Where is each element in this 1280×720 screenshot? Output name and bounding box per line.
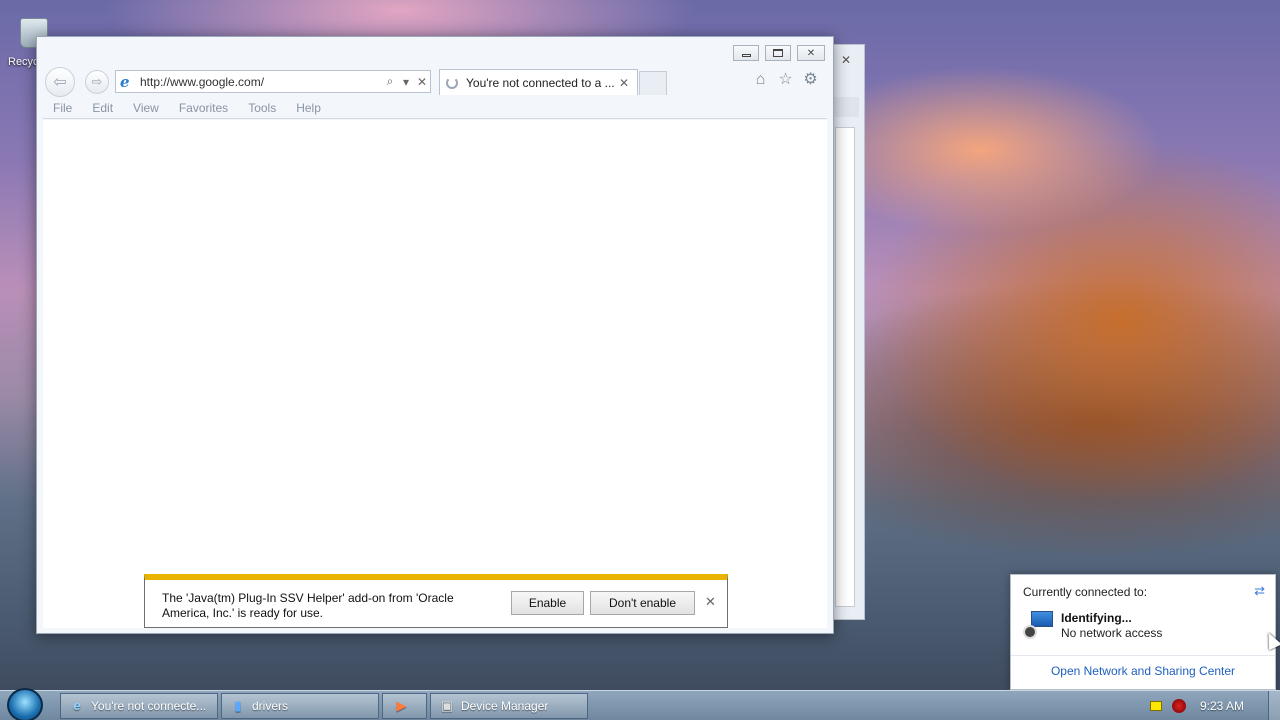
start-button[interactable]	[7, 688, 43, 720]
clock[interactable]: 9:23 AM	[1200, 699, 1244, 713]
network-flyout: Currently connected to: ⇄ Identifying...…	[1010, 574, 1276, 690]
restore-button[interactable]	[765, 45, 791, 61]
browser-window: ✕ ⇦ ⇨ e http://www.google.com/ ⌕ ▾ ✕ You…	[36, 36, 834, 634]
background-window-toolbar	[833, 97, 859, 117]
network-screen-graphic	[1031, 611, 1053, 627]
ie-icon: e	[73, 698, 81, 713]
taskbar: e You're not connecte... ▮ drivers ▶ ▣ D…	[0, 688, 1280, 720]
toolbar-icons: ⌂ ☆ ⚙	[752, 71, 819, 89]
menu-view[interactable]: View	[123, 99, 169, 118]
stop-icon[interactable]: ✕	[414, 75, 430, 89]
gear-icon[interactable]: ⚙	[802, 71, 819, 89]
tab-close-icon[interactable]: ✕	[617, 76, 631, 90]
action-center-flag-icon[interactable]	[1149, 701, 1162, 711]
network-tray-icon[interactable]	[1171, 699, 1186, 713]
taskbar-button-label: You're not connecte...	[91, 699, 207, 713]
favorites-star-icon[interactable]: ☆	[777, 71, 794, 89]
menu-file[interactable]: File	[43, 99, 82, 118]
search-icon[interactable]: ⌕	[382, 74, 398, 89]
system-tray: 9:23 AM	[1149, 691, 1280, 720]
minimize-button[interactable]	[733, 45, 759, 61]
notification-close-icon[interactable]: ✕	[705, 594, 716, 610]
media-player-icon: ▶	[396, 698, 407, 713]
addon-notification-bar: The 'Java(tm) Plug-In SSV Helper' add-on…	[144, 574, 728, 628]
back-arrow-icon: ⇦	[53, 74, 67, 91]
notification-message: The 'Java(tm) Plug-In SSV Helper' add-on…	[162, 591, 454, 620]
taskbar-button-media-player[interactable]: ▶	[382, 693, 427, 719]
back-button[interactable]: ⇦	[45, 67, 75, 97]
new-tab-button[interactable]	[639, 71, 667, 95]
tab-active[interactable]: You're not connected to a ... ✕	[439, 69, 638, 95]
menu-favorites[interactable]: Favorites	[169, 99, 238, 118]
dropdown-icon[interactable]: ▾	[398, 75, 414, 89]
taskbar-button-device-manager[interactable]: ▣ Device Manager	[430, 693, 588, 719]
url-input[interactable]: http://www.google.com/	[140, 75, 382, 89]
taskbar-button-drivers[interactable]: ▮ drivers	[221, 693, 379, 719]
network-name: Identifying...	[1061, 611, 1132, 625]
dont-enable-button[interactable]: Don't enable	[590, 591, 695, 615]
tab-title: You're not connected to a ...	[466, 75, 615, 90]
window-caption-buttons: ✕	[733, 45, 825, 61]
ie-page-icon: e	[120, 72, 130, 91]
restore-icon	[773, 49, 783, 57]
network-clock-graphic	[1023, 625, 1037, 639]
menu-edit[interactable]: Edit	[82, 99, 123, 118]
minimize-icon	[741, 53, 751, 57]
forward-arrow-icon: ⇨	[91, 74, 103, 89]
navigation-row: ⇦ ⇨ e http://www.google.com/ ⌕ ▾ ✕ You'r…	[43, 67, 827, 97]
taskbar-button-label: drivers	[252, 699, 289, 713]
close-icon: ✕	[806, 47, 816, 59]
background-window-scrollbar[interactable]	[835, 127, 855, 607]
taskbar-button-label: Device Manager	[461, 699, 549, 713]
forward-button[interactable]: ⇨	[85, 70, 109, 94]
home-icon[interactable]: ⌂	[752, 71, 769, 89]
flyout-title: Currently connected to:	[1023, 585, 1148, 599]
background-window-close-icon[interactable]: ✕	[835, 53, 857, 67]
refresh-icon[interactable]: ⇄	[1254, 583, 1265, 599]
menu-help[interactable]: Help	[286, 99, 331, 118]
menu-tools[interactable]: Tools	[238, 99, 286, 118]
close-button[interactable]: ✕	[797, 45, 825, 61]
network-icon	[1023, 611, 1053, 641]
device-manager-icon: ▣	[440, 698, 454, 713]
page-content	[43, 120, 827, 628]
folder-icon: ▮	[234, 698, 242, 713]
address-bar[interactable]: e http://www.google.com/ ⌕ ▾ ✕	[115, 70, 431, 93]
taskbar-button-browser[interactable]: e You're not connecte...	[60, 693, 218, 719]
show-desktop-button[interactable]	[1268, 691, 1280, 720]
network-sharing-center-link[interactable]: Open Network and Sharing Center	[1011, 655, 1275, 678]
enable-button[interactable]: Enable	[511, 591, 584, 615]
network-status: No network access	[1061, 626, 1163, 640]
menu-bar: File Edit View Favorites Tools Help	[43, 99, 827, 119]
loading-icon	[446, 76, 458, 89]
